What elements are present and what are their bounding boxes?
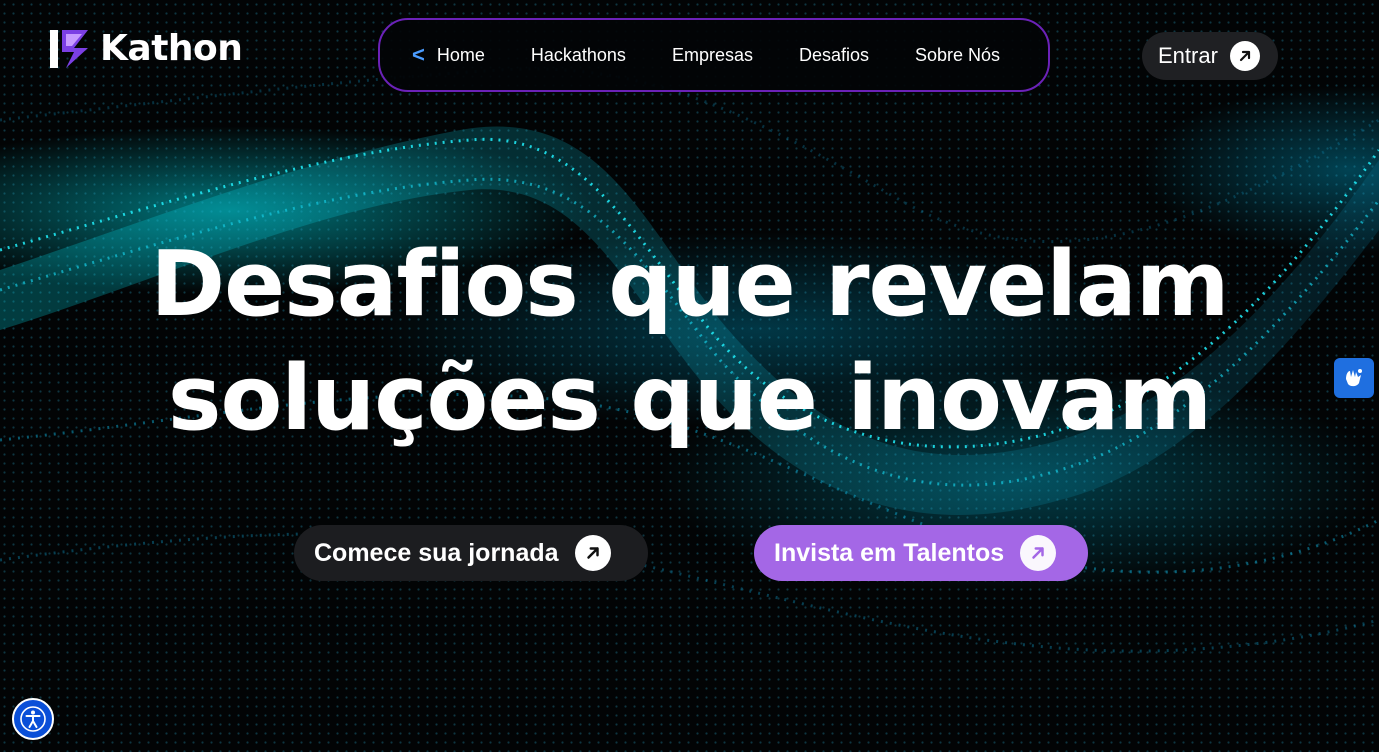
nav-item-home[interactable]: < Home	[412, 42, 485, 67]
nav-item-label: Desafios	[798, 44, 869, 65]
start-journey-button[interactable]: Comece sua jornada	[294, 525, 648, 581]
nav-item-empresas[interactable]: Empresas	[672, 45, 753, 66]
vlibras-widget-button[interactable]	[1334, 358, 1374, 398]
arrow-up-right-icon	[1020, 535, 1057, 571]
brand-logo[interactable]: Kathon	[48, 28, 243, 70]
invest-talents-button[interactable]: Invista em Talentos	[754, 525, 1088, 581]
kathon-logo-icon	[50, 30, 88, 68]
start-journey-label: Comece sua jornada	[314, 538, 559, 567]
nav-item-hackathons[interactable]: Hackathons	[531, 45, 626, 66]
brand-name: Kathon	[100, 28, 243, 69]
hero-headline-line-2: soluções que inovam	[167, 346, 1212, 451]
arrow-up-right-icon	[1229, 41, 1260, 71]
chevron-left-icon: <	[412, 42, 425, 67]
nav-item-label: Empresas	[671, 44, 753, 65]
landing-page: Kathon < Home Hackathons Empresas Desafi…	[0, 0, 1379, 752]
sign-language-hands-icon	[1346, 369, 1362, 387]
hero-headline: Desafios que revelam soluções que inovam	[0, 228, 1379, 456]
hero-headline-line-1: Desafios que revelam	[150, 232, 1229, 337]
invest-talents-label: Invista em Talentos	[774, 538, 1005, 567]
accessibility-person-icon	[20, 706, 46, 732]
arrow-up-right-icon	[574, 535, 611, 571]
nav-item-sobre-nos[interactable]: Sobre Nós	[915, 45, 1000, 66]
login-button-label: Entrar	[1158, 43, 1218, 68]
nav-item-label: Hackathons	[530, 44, 626, 65]
nav-item-desafios[interactable]: Desafios	[799, 45, 869, 66]
main-navigation: < Home Hackathons Empresas Desafios Sobr…	[378, 18, 1050, 92]
accessibility-button[interactable]	[12, 698, 54, 740]
nav-item-label: Home	[436, 44, 485, 65]
nav-item-label: Sobre Nós	[915, 44, 1001, 65]
login-button[interactable]: Entrar	[1142, 32, 1278, 80]
